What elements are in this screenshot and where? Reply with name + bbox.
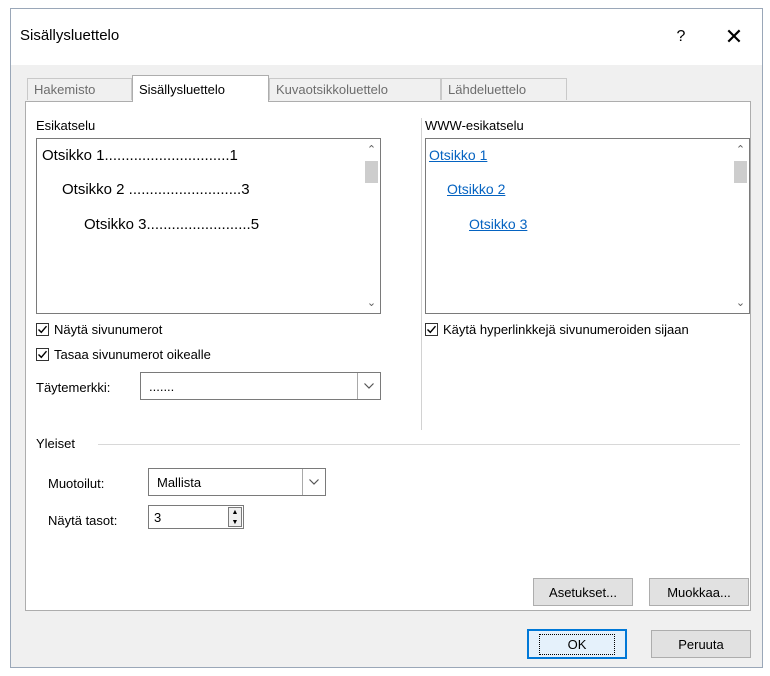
show-levels-value: 3 <box>154 509 162 525</box>
stepper-down-icon[interactable]: ▼ <box>229 518 241 527</box>
help-icon: ? <box>676 28 686 45</box>
toc-line-level3: Otsikko 3.........................5 <box>84 216 260 233</box>
web-preview-scrollbar[interactable]: ⌃ ⌄ <box>732 139 749 313</box>
web-link-level2: Otsikko 2 <box>447 181 506 197</box>
general-heading: Yleiset <box>36 436 76 451</box>
scroll-thumb[interactable] <box>734 161 747 183</box>
options-button[interactable]: Asetukset... <box>533 578 633 606</box>
print-preview-label: Esikatselu <box>36 118 96 133</box>
chevron-down-icon[interactable] <box>302 469 325 495</box>
print-preview-scrollbar[interactable]: ⌃ ⌄ <box>363 139 380 313</box>
checkbox-label: Käytä hyperlinkkejä sivunumeroiden sijaa… <box>443 322 689 337</box>
scroll-thumb[interactable] <box>365 161 378 183</box>
button-label: Muokkaa... <box>667 584 731 600</box>
tab-label: Hakemisto <box>34 82 96 97</box>
tab-table-of-figures[interactable]: Kuvaotsikkoluettelo <box>269 78 441 100</box>
stepper-up-icon[interactable]: ▲ <box>229 508 241 517</box>
formats-select[interactable]: Mallista <box>148 468 326 496</box>
title-bar: Sisällysluettelo ? ✕ <box>11 9 762 65</box>
tab-label: Sisällysluettelo <box>139 82 225 97</box>
ok-button[interactable]: OK <box>527 629 627 659</box>
tab-label: Lähdeluettelo <box>448 82 527 97</box>
general-divider <box>98 444 740 445</box>
formats-label: Muotoilut: <box>48 476 105 491</box>
tab-leader-label: Täytemerkki: <box>36 380 111 395</box>
checkmark-icon <box>36 348 49 361</box>
toc-dialog: Sisällysluettelo ? ✕ Hakemisto Sisällysl… <box>10 8 763 668</box>
web-preview-box: Otsikko 1 Otsikko 2 Otsikko 3 ⌃ ⌄ <box>425 138 750 314</box>
button-label: Peruuta <box>678 636 724 652</box>
show-levels-stepper[interactable]: 3 ▲ ▼ <box>148 505 244 529</box>
formats-value: Mallista <box>157 474 202 490</box>
modify-button[interactable]: Muokkaa... <box>649 578 749 606</box>
checkbox-label: Näytä sivunumerot <box>54 322 163 337</box>
window-title: Sisällysluettelo <box>20 27 120 44</box>
tab-table-of-contents[interactable]: Sisällysluettelo <box>132 75 269 102</box>
tab-leader-value: ....... <box>149 378 175 394</box>
tab-panel: Esikatselu Otsikko 1....................… <box>25 101 751 611</box>
button-label: Asetukset... <box>549 584 617 600</box>
stepper-buttons: ▲ ▼ <box>228 507 242 527</box>
right-align-checkbox[interactable]: Tasaa sivunumerot oikealle <box>36 347 211 362</box>
scroll-up-icon[interactable]: ⌃ <box>732 141 749 158</box>
button-label: OK <box>538 633 616 655</box>
toc-line-level1: Otsikko 1..............................1 <box>42 147 238 164</box>
tab-bibliography[interactable]: Lähdeluettelo <box>441 78 567 100</box>
web-preview-label: WWW-esikatselu <box>425 118 524 133</box>
print-preview-box: Otsikko 1..............................1… <box>36 138 381 314</box>
close-icon: ✕ <box>724 24 744 49</box>
tab-leader-select[interactable]: ....... <box>140 372 381 400</box>
checkbox-label: Tasaa sivunumerot oikealle <box>54 347 211 362</box>
toc-line-level2: Otsikko 2 ...........................3 <box>62 181 250 198</box>
web-link-level3: Otsikko 3 <box>469 216 528 232</box>
tab-index[interactable]: Hakemisto <box>27 78 132 100</box>
show-page-numbers-checkbox[interactable]: Näytä sivunumerot <box>36 322 162 337</box>
chevron-down-icon[interactable] <box>357 373 380 399</box>
cancel-button[interactable]: Peruuta <box>651 630 751 658</box>
scroll-up-icon[interactable]: ⌃ <box>363 141 380 158</box>
help-button[interactable]: ? <box>661 17 701 57</box>
checkmark-icon <box>425 323 438 336</box>
tab-label: Kuvaotsikkoluettelo <box>276 82 389 97</box>
checkmark-icon <box>36 323 49 336</box>
column-divider <box>421 118 422 430</box>
scroll-down-icon[interactable]: ⌄ <box>363 294 380 311</box>
scroll-down-icon[interactable]: ⌄ <box>732 294 749 311</box>
web-link-level1: Otsikko 1 <box>429 147 488 163</box>
use-hyperlinks-checkbox[interactable]: Käytä hyperlinkkejä sivunumeroiden sijaa… <box>425 322 689 337</box>
close-button[interactable]: ✕ <box>711 17 757 57</box>
show-levels-label: Näytä tasot: <box>48 513 118 528</box>
